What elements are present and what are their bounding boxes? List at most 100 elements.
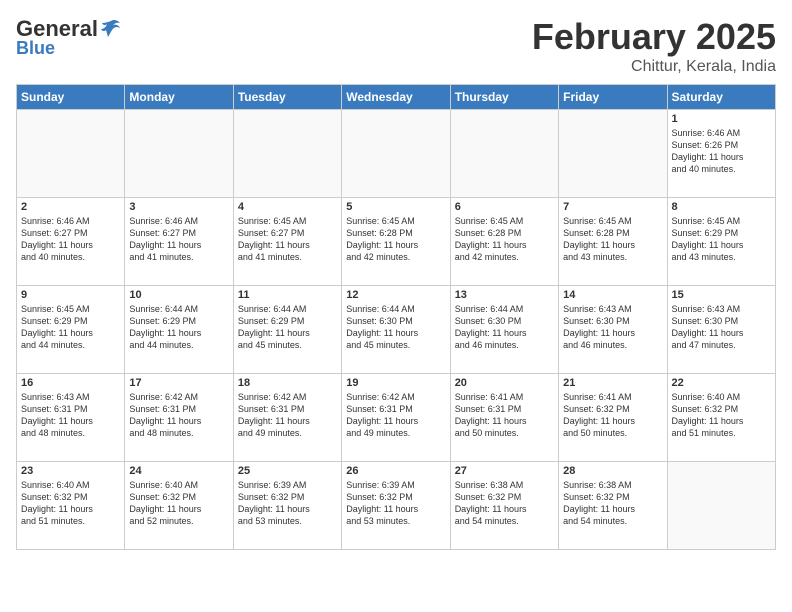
day-number: 1 (672, 113, 771, 125)
day-info: Sunrise: 6:40 AM Sunset: 6:32 PM Dayligh… (21, 479, 120, 528)
calendar-cell: 7 Sunrise: 6:45 AM Sunset: 6:28 PM Daylig… (559, 198, 667, 286)
weekday-header-friday: Friday (559, 85, 667, 110)
day-info: Sunrise: 6:46 AM Sunset: 6:26 PM Dayligh… (672, 127, 771, 176)
calendar-cell: 16 Sunrise: 6:43 AM Sunset: 6:31 PM Dayli… (17, 374, 125, 462)
weekday-header-wednesday: Wednesday (342, 85, 450, 110)
calendar-week-3: 9 Sunrise: 6:45 AM Sunset: 6:29 PM Daylig… (17, 286, 776, 374)
calendar-cell: 9 Sunrise: 6:45 AM Sunset: 6:29 PM Daylig… (17, 286, 125, 374)
day-info: Sunrise: 6:46 AM Sunset: 6:27 PM Dayligh… (129, 215, 228, 264)
calendar-cell: 21 Sunrise: 6:41 AM Sunset: 6:32 PM Dayli… (559, 374, 667, 462)
day-info: Sunrise: 6:45 AM Sunset: 6:29 PM Dayligh… (21, 303, 120, 352)
calendar-cell (342, 110, 450, 198)
day-info: Sunrise: 6:41 AM Sunset: 6:31 PM Dayligh… (455, 391, 554, 440)
weekday-header-row: SundayMondayTuesdayWednesdayThursdayFrid… (17, 85, 776, 110)
day-number: 18 (238, 377, 337, 389)
calendar-cell: 20Sunrise: 6:41 AM Sunset: 6:31 PM Dayli… (450, 374, 558, 462)
calendar-cell: 3Sunrise: 6:46 AM Sunset: 6:27 PM Daylig… (125, 198, 233, 286)
day-info: Sunrise: 6:45 AM Sunset: 6:28 PM Dayligh… (455, 215, 554, 264)
day-info: Sunrise: 6:41 AM Sunset: 6:32 PM Dayligh… (563, 391, 662, 440)
calendar-cell (667, 462, 775, 550)
day-info: Sunrise: 6:42 AM Sunset: 6:31 PM Dayligh… (129, 391, 228, 440)
day-info: Sunrise: 6:44 AM Sunset: 6:29 PM Dayligh… (238, 303, 337, 352)
day-number: 26 (346, 465, 445, 477)
weekday-header-sunday: Sunday (17, 85, 125, 110)
day-info: Sunrise: 6:39 AM Sunset: 6:32 PM Dayligh… (346, 479, 445, 528)
calendar: SundayMondayTuesdayWednesdayThursdayFrid… (16, 84, 776, 550)
day-number: 21 (563, 377, 662, 389)
day-number: 23 (21, 465, 120, 477)
day-info: Sunrise: 6:42 AM Sunset: 6:31 PM Dayligh… (238, 391, 337, 440)
weekday-header-tuesday: Tuesday (233, 85, 341, 110)
calendar-cell (233, 110, 341, 198)
day-number: 16 (21, 377, 120, 389)
calendar-cell (450, 110, 558, 198)
day-info: Sunrise: 6:45 AM Sunset: 6:28 PM Dayligh… (563, 215, 662, 264)
weekday-header-saturday: Saturday (667, 85, 775, 110)
day-info: Sunrise: 6:39 AM Sunset: 6:32 PM Dayligh… (238, 479, 337, 528)
day-number: 11 (238, 289, 337, 301)
calendar-week-4: 16 Sunrise: 6:43 AM Sunset: 6:31 PM Dayli… (17, 374, 776, 462)
calendar-cell: 24 Sunrise: 6:40 AM Sunset: 6:32 PM Dayli… (125, 462, 233, 550)
weekday-header-thursday: Thursday (450, 85, 558, 110)
day-number: 12 (346, 289, 445, 301)
day-number: 8 (672, 201, 771, 213)
day-number: 28 (563, 465, 662, 477)
logo-blue-text: Blue (16, 38, 55, 59)
day-number: 9 (21, 289, 120, 301)
calendar-cell: 27 Sunrise: 6:38 AM Sunset: 6:32 PM Dayli… (450, 462, 558, 550)
day-info: Sunrise: 6:45 AM Sunset: 6:28 PM Dayligh… (346, 215, 445, 264)
title-block: February 2025 Chittur, Kerala, India (532, 16, 776, 76)
calendar-cell: 22Sunrise: 6:40 AM Sunset: 6:32 PM Dayli… (667, 374, 775, 462)
calendar-cell: 4 Sunrise: 6:45 AM Sunset: 6:27 PM Daylig… (233, 198, 341, 286)
day-number: 7 (563, 201, 662, 213)
calendar-week-1: 1 Sunrise: 6:46 AM Sunset: 6:26 PM Daylig… (17, 110, 776, 198)
calendar-cell: 6 Sunrise: 6:45 AM Sunset: 6:28 PM Daylig… (450, 198, 558, 286)
calendar-cell: 12 Sunrise: 6:44 AM Sunset: 6:30 PM Dayli… (342, 286, 450, 374)
calendar-cell: 15 Sunrise: 6:43 AM Sunset: 6:30 PM Dayli… (667, 286, 775, 374)
day-number: 6 (455, 201, 554, 213)
day-info: Sunrise: 6:42 AM Sunset: 6:31 PM Dayligh… (346, 391, 445, 440)
day-info: Sunrise: 6:40 AM Sunset: 6:32 PM Dayligh… (129, 479, 228, 528)
day-number: 17 (129, 377, 228, 389)
day-info: Sunrise: 6:45 AM Sunset: 6:27 PM Dayligh… (238, 215, 337, 264)
location: Chittur, Kerala, India (532, 58, 776, 76)
day-info: Sunrise: 6:38 AM Sunset: 6:32 PM Dayligh… (455, 479, 554, 528)
logo-bird-icon (100, 19, 122, 39)
calendar-cell: 23 Sunrise: 6:40 AM Sunset: 6:32 PM Dayli… (17, 462, 125, 550)
day-info: Sunrise: 6:46 AM Sunset: 6:27 PM Dayligh… (21, 215, 120, 264)
day-number: 22 (672, 377, 771, 389)
day-number: 27 (455, 465, 554, 477)
day-info: Sunrise: 6:38 AM Sunset: 6:32 PM Dayligh… (563, 479, 662, 528)
calendar-week-5: 23 Sunrise: 6:40 AM Sunset: 6:32 PM Dayli… (17, 462, 776, 550)
calendar-cell: 13Sunrise: 6:44 AM Sunset: 6:30 PM Dayli… (450, 286, 558, 374)
calendar-week-2: 2 Sunrise: 6:46 AM Sunset: 6:27 PM Daylig… (17, 198, 776, 286)
calendar-cell (559, 110, 667, 198)
calendar-cell: 28 Sunrise: 6:38 AM Sunset: 6:32 PM Dayli… (559, 462, 667, 550)
calendar-cell (125, 110, 233, 198)
day-info: Sunrise: 6:44 AM Sunset: 6:29 PM Dayligh… (129, 303, 228, 352)
day-info: Sunrise: 6:44 AM Sunset: 6:30 PM Dayligh… (455, 303, 554, 352)
calendar-cell: 1 Sunrise: 6:46 AM Sunset: 6:26 PM Daylig… (667, 110, 775, 198)
calendar-cell: 2 Sunrise: 6:46 AM Sunset: 6:27 PM Daylig… (17, 198, 125, 286)
day-info: Sunrise: 6:43 AM Sunset: 6:31 PM Dayligh… (21, 391, 120, 440)
day-number: 15 (672, 289, 771, 301)
day-number: 14 (563, 289, 662, 301)
day-info: Sunrise: 6:44 AM Sunset: 6:30 PM Dayligh… (346, 303, 445, 352)
calendar-cell (17, 110, 125, 198)
calendar-cell: 5Sunrise: 6:45 AM Sunset: 6:28 PM Daylig… (342, 198, 450, 286)
calendar-cell: 17 Sunrise: 6:42 AM Sunset: 6:31 PM Dayli… (125, 374, 233, 462)
day-info: Sunrise: 6:45 AM Sunset: 6:29 PM Dayligh… (672, 215, 771, 264)
calendar-cell: 25Sunrise: 6:39 AM Sunset: 6:32 PM Dayli… (233, 462, 341, 550)
calendar-cell: 8 Sunrise: 6:45 AM Sunset: 6:29 PM Daylig… (667, 198, 775, 286)
day-info: Sunrise: 6:43 AM Sunset: 6:30 PM Dayligh… (672, 303, 771, 352)
calendar-cell: 18 Sunrise: 6:42 AM Sunset: 6:31 PM Dayli… (233, 374, 341, 462)
day-number: 2 (21, 201, 120, 213)
calendar-cell: 11 Sunrise: 6:44 AM Sunset: 6:29 PM Dayli… (233, 286, 341, 374)
calendar-cell: 14 Sunrise: 6:43 AM Sunset: 6:30 PM Dayli… (559, 286, 667, 374)
day-number: 19 (346, 377, 445, 389)
day-number: 24 (129, 465, 228, 477)
weekday-header-monday: Monday (125, 85, 233, 110)
day-number: 4 (238, 201, 337, 213)
calendar-cell: 19 Sunrise: 6:42 AM Sunset: 6:31 PM Dayli… (342, 374, 450, 462)
day-info: Sunrise: 6:43 AM Sunset: 6:30 PM Dayligh… (563, 303, 662, 352)
